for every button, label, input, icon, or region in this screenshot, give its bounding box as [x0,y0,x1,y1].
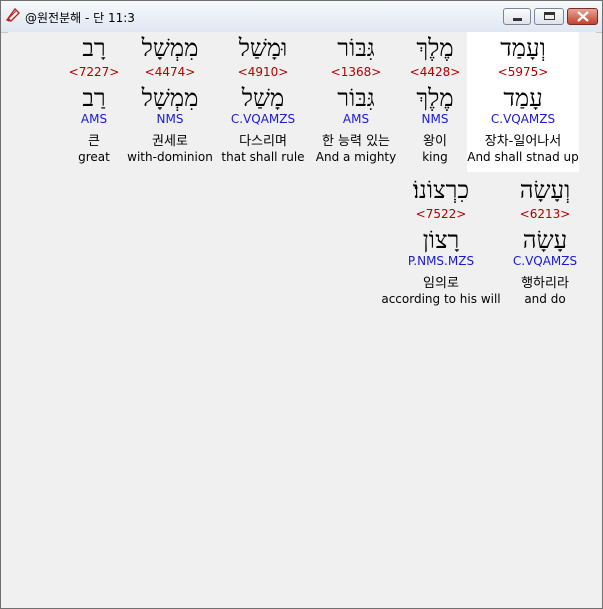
english-gloss: great [78,150,110,164]
english-gloss: according to his will [381,292,501,306]
maximize-icon [544,12,555,20]
strong-number: <6213> [519,207,571,221]
parsing-code: C.VQAMZS [512,254,578,268]
strong-number: <7522> [415,207,467,221]
minimize-icon [513,18,522,21]
hebrew-word: וְעָשָׂה [519,176,571,204]
minimize-button[interactable] [503,8,531,25]
parsing-code: AMS [80,112,108,126]
close-button[interactable] [567,8,598,25]
hebrew-word: כִרְצוֹנוֹ׃ [412,176,470,204]
close-icon [577,11,589,22]
maximize-button[interactable] [534,8,564,25]
hebrew-lemma: עָשָׂה [522,226,568,254]
word-cell-7[interactable]: וְעָשָׂה <6213> עָשָׂה C.VQAMZS 행하리라 and… [489,174,601,314]
korean-gloss: 행하리라 [521,276,569,291]
parsing-code: P.NMS.MZS [407,254,475,268]
title-bar[interactable]: @원전분해 - 단 11:3 [1,1,602,33]
hebrew-lemma: רַב [82,84,106,112]
word-cell-8[interactable]: כִרְצוֹנוֹ׃ <7522> רָצוֹן P.NMS.MZS 임의로 … [378,174,504,314]
korean-gloss: 큰 [88,134,100,149]
app-icon [5,7,20,22]
hebrew-lemma: רָצוֹן [422,226,460,254]
word-cell-6[interactable]: רָב <7227> רַב AMS 큰 great [38,32,150,172]
analysis-panel: וְעָמַד <5975> עָמַד C.VQAMZS 장차-일어나서 An… [8,32,596,602]
english-gloss: and do [524,292,566,306]
korean-gloss: 임의로 [423,276,459,291]
hebrew-word: רָב [82,34,106,62]
window-title: @원전분해 - 단 11:3 [25,11,135,25]
app-window: @원전분해 - 단 11:3 וְעָמַד <5975> עָמַד C.VQ… [0,0,603,609]
strong-number: <7227> [68,65,120,79]
